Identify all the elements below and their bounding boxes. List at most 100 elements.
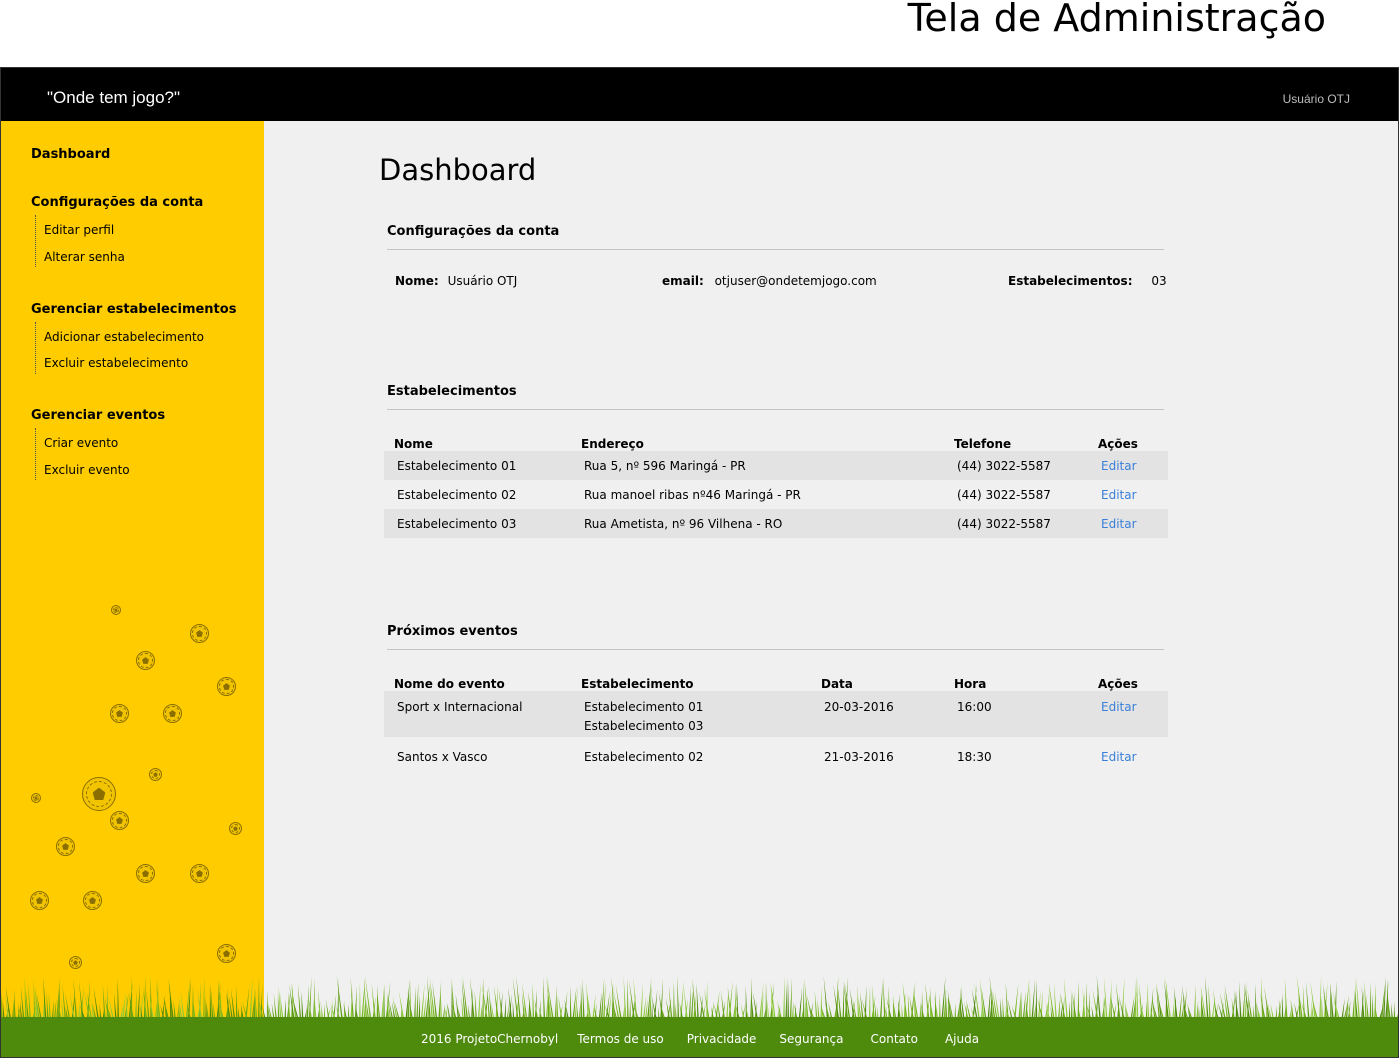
soccer-ball-icon [31, 793, 41, 803]
section-title-account: Configurações da conta [387, 224, 560, 239]
soccer-ball-icon [111, 605, 121, 615]
sidebar-item-add-establishment[interactable]: Adicionar estabelecimento [44, 330, 204, 344]
event-date: 21-03-2016 [824, 750, 894, 764]
establishment-name: Estabelecimento 02 [397, 487, 517, 502]
table-header-row: Nome Endereço Telefone Ações [384, 429, 1168, 451]
event-name: Santos x Vasco [397, 750, 488, 764]
email-value: otjuser@ondetemjogo.com [714, 274, 877, 288]
establishment-address: Rua 5, nº 596 Maringá - PR [571, 451, 944, 480]
sidebar-item-delete-establishment[interactable]: Excluir estabelecimento [44, 356, 188, 370]
footer: 2016 ProjetoChernobyl Termos de uso Priv… [1, 1017, 1398, 1057]
soccer-ball-icon [229, 822, 242, 835]
soccer-ball-icon [136, 651, 155, 670]
app-window: "Onde tem jogo?" Usuário OTJ Dashboard C… [0, 67, 1399, 1058]
table-header-row: Nome do evento Estabelecimento Data Hora… [384, 669, 1168, 691]
sidebar-item-dashboard[interactable]: Dashboard [31, 147, 110, 162]
table-row: Estabelecimento 03 Rua Ametista, nº 96 V… [384, 509, 1168, 538]
tree-connector [35, 215, 36, 267]
event-date: 20-03-2016 [811, 691, 944, 737]
main-content: Dashboard Configurações da conta Nome: U… [264, 121, 1398, 981]
establishment-name: Estabelecimento 03 [384, 509, 571, 538]
column-header: Ações [1098, 437, 1138, 451]
edit-link[interactable]: Editar [1088, 509, 1168, 538]
sidebar-item-change-password[interactable]: Alterar senha [44, 250, 125, 264]
edit-link[interactable]: Editar [1088, 737, 1168, 777]
name-value: Usuário OTJ [447, 274, 518, 288]
column-header: Nome do evento [394, 677, 505, 691]
establishment-address: Rua manoel ribas nº46 Maringá - PR [584, 487, 801, 502]
page-title: Dashboard [379, 153, 537, 187]
establishments-count-label: Estabelecimentos: [1008, 274, 1133, 288]
section-divider [387, 409, 1164, 410]
column-header: Estabelecimento [581, 677, 694, 691]
footer-link-privacy[interactable]: Privacidade [687, 1032, 757, 1046]
soccer-ball-icon [110, 704, 129, 723]
establishment-phone: (44) 3022-5587 [944, 509, 1088, 538]
event-establishments: Estabelecimento 01 Estabelecimento 03 [571, 691, 811, 737]
sidebar-group-events[interactable]: Gerenciar eventos [31, 408, 165, 423]
sidebar-group-account[interactable]: Configurações da conta [31, 195, 203, 210]
table-row: Estabelecimento 02 Rua manoel ribas nº46… [384, 480, 1168, 509]
soccer-ball-icon [217, 677, 236, 696]
event-establishment: Estabelecimento 02 [584, 750, 704, 764]
name-label: Nome: [395, 274, 439, 288]
account-name: Nome: Usuário OTJ [395, 274, 517, 288]
event-establishment: Estabelecimento 03 [584, 719, 704, 733]
top-bar: "Onde tem jogo?" Usuário OTJ [1, 68, 1398, 121]
establishment-phone: (44) 3022-5587 [944, 451, 1088, 480]
sidebar-item-edit-profile[interactable]: Editar perfil [44, 223, 114, 237]
footer-link-help[interactable]: Ajuda [945, 1032, 979, 1046]
edit-link[interactable]: Editar [1088, 451, 1168, 480]
footer-copyright[interactable]: 2016 ProjetoChernobyl [421, 1032, 558, 1046]
events-table: Nome do evento Estabelecimento Data Hora… [384, 669, 1168, 777]
event-time: 18:30 [957, 750, 992, 764]
column-header: Nome [394, 437, 433, 451]
page-heading: Tela de Administração [907, 0, 1326, 40]
tree-connector [35, 322, 36, 374]
sidebar-group-establishments[interactable]: Gerenciar estabelecimentos [31, 302, 236, 317]
soccer-ball-icon [190, 624, 209, 643]
edit-link[interactable]: Editar [1088, 691, 1168, 737]
soccer-ball-icon [110, 811, 129, 830]
column-header: Telefone [954, 437, 1012, 451]
event-establishment: Estabelecimento 01 [584, 700, 704, 714]
column-header: Data [821, 677, 853, 691]
soccer-ball-icon [163, 704, 182, 723]
section-title-events: Próximos eventos [387, 624, 518, 639]
event-time: 16:00 [944, 691, 1088, 737]
sidebar-item-delete-event[interactable]: Excluir evento [44, 463, 130, 477]
soccer-ball-icon [83, 891, 102, 910]
section-divider [387, 649, 1164, 650]
table-row: Santos x Vasco Estabelecimento 02 21-03-… [384, 737, 1168, 777]
account-establishments: Estabelecimentos: 03 [1008, 274, 1167, 288]
section-title-establishments: Estabelecimentos [387, 384, 517, 399]
grass-decoration [1, 975, 1398, 1021]
establishment-name: Estabelecimento 01 [384, 451, 571, 480]
column-header: Hora [954, 677, 987, 691]
soccer-ball-icon [69, 956, 82, 969]
section-divider [387, 249, 1164, 250]
soccer-ball-icon [149, 768, 162, 781]
establishment-address: Rua Ametista, nº 96 Vilhena - RO [571, 509, 944, 538]
footer-link-contact[interactable]: Contato [871, 1032, 918, 1046]
column-header: Ações [1098, 677, 1138, 691]
establishments-count-value: 03 [1151, 274, 1167, 288]
footer-link-security[interactable]: Segurança [779, 1032, 843, 1046]
soccer-ball-icon [30, 891, 49, 910]
event-name: Sport x Internacional [384, 691, 571, 737]
sidebar: Dashboard Configurações da conta Editar … [1, 121, 264, 1057]
user-name[interactable]: Usuário OTJ [1283, 92, 1350, 106]
footer-links: 2016 ProjetoChernobyl Termos de uso Priv… [421, 1032, 979, 1046]
footer-link-terms[interactable]: Termos de uso [577, 1032, 664, 1046]
table-row: Sport x Internacional Estabelecimento 01… [384, 691, 1168, 737]
establishments-table: Nome Endereço Telefone Ações Estabelecim… [384, 429, 1168, 538]
edit-link[interactable]: Editar [1088, 480, 1168, 509]
soccer-ball-icon [136, 864, 155, 883]
sidebar-item-create-event[interactable]: Criar evento [44, 436, 118, 450]
tree-connector [35, 428, 36, 480]
account-email: email: otjuser@ondetemjogo.com [662, 274, 877, 288]
column-header: Endereço [581, 437, 644, 451]
email-label: email: [662, 274, 704, 288]
brand-title[interactable]: "Onde tem jogo?" [47, 88, 180, 108]
soccer-ball-icon [190, 864, 209, 883]
